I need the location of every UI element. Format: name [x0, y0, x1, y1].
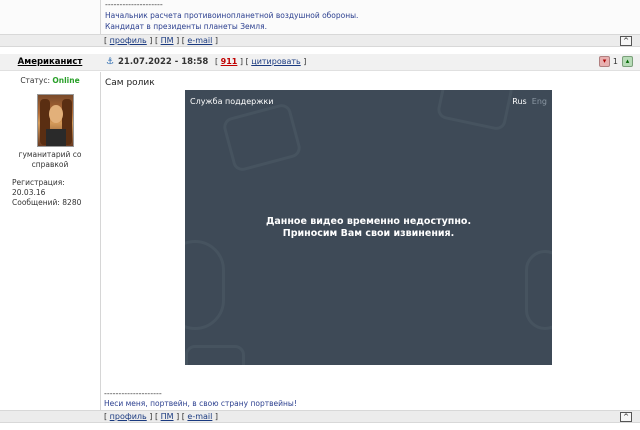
- profile-link[interactable]: профиль: [110, 36, 147, 45]
- post-header: Американист ⚓ 21.07.2022 - 18:58 [ 911 ]…: [0, 54, 640, 71]
- user-stats: Регистрация: 20.03.16 Сообщений: 8280: [12, 178, 100, 208]
- decor-camera-icon: [221, 101, 303, 174]
- scroll-top-button[interactable]: ^: [620, 412, 632, 422]
- email-link[interactable]: e-mail: [187, 412, 212, 421]
- signature-separator: --------------------: [104, 389, 162, 398]
- registration-date: Регистрация: 20.03.16: [12, 178, 65, 197]
- thumb-up-icon[interactable]: ▴: [622, 56, 633, 67]
- video-unavailable-message: Данное видео временно недоступно. Принос…: [265, 216, 472, 239]
- pm-link[interactable]: ПМ: [161, 36, 174, 45]
- quote-link[interactable]: цитировать: [251, 57, 300, 66]
- user-title: гуманитарий со справкой: [18, 150, 82, 169]
- decor-shape: [185, 240, 225, 330]
- signature-line: Начальник расчета противоинопланетной во…: [105, 11, 359, 20]
- prev-post-left-column: [0, 0, 100, 34]
- prev-post-action-links: [ профиль ] [ ПМ ] [ e-mail ]: [104, 36, 219, 45]
- user-status: Статус: Online: [0, 76, 100, 85]
- scroll-top-button[interactable]: ^: [620, 36, 632, 46]
- decor-microphone-icon: [525, 250, 552, 330]
- message-count: Сообщений: 8280: [12, 198, 82, 207]
- avatar[interactable]: [37, 94, 74, 147]
- video-player[interactable]: Служба поддержки Rus Eng Данное видео вр…: [185, 90, 552, 365]
- anchor-icon[interactable]: ⚓: [106, 57, 115, 67]
- pm-link[interactable]: ПМ: [161, 412, 174, 421]
- profile-link[interactable]: профиль: [110, 412, 147, 421]
- post-action-links: [ профиль ] [ ПМ ] [ e-mail ]: [104, 412, 219, 421]
- lang-rus[interactable]: Rus: [512, 97, 526, 106]
- decor-shape: [185, 345, 245, 365]
- prev-post-signature: -------------------- Начальник расчета п…: [100, 0, 640, 34]
- support-link[interactable]: Служба поддержки: [190, 97, 273, 106]
- signature-separator: --------------------: [105, 0, 163, 9]
- author-name-link[interactable]: Американист: [0, 57, 100, 67]
- status-label: Статус:: [20, 76, 50, 85]
- language-switch: Rus Eng: [512, 97, 547, 106]
- lang-eng[interactable]: Eng: [532, 97, 547, 106]
- post-action-bar: [ профиль ] [ ПМ ] [ e-mail ] ^: [0, 410, 640, 423]
- status-value: Online: [52, 76, 80, 85]
- signature-line: Кандидат в президенты планеты Земля.: [105, 22, 267, 31]
- post-number-link[interactable]: 911: [221, 57, 238, 66]
- post-date: 21.07.2022 - 18:58: [118, 57, 209, 67]
- email-link[interactable]: e-mail: [187, 36, 212, 45]
- rating-count: 1: [612, 57, 618, 66]
- decor-shape: [435, 90, 515, 132]
- prev-post-action-bar: [ профиль ] [ ПМ ] [ e-mail ] ^: [0, 34, 640, 47]
- post-meta: [ 911 ] [ цитировать ]: [215, 57, 307, 66]
- signature-line: Неси меня, портвейн, в свою страну портв…: [104, 399, 297, 408]
- thumb-down-icon[interactable]: ▾: [599, 56, 610, 67]
- post-text: Сам ролик: [105, 78, 155, 88]
